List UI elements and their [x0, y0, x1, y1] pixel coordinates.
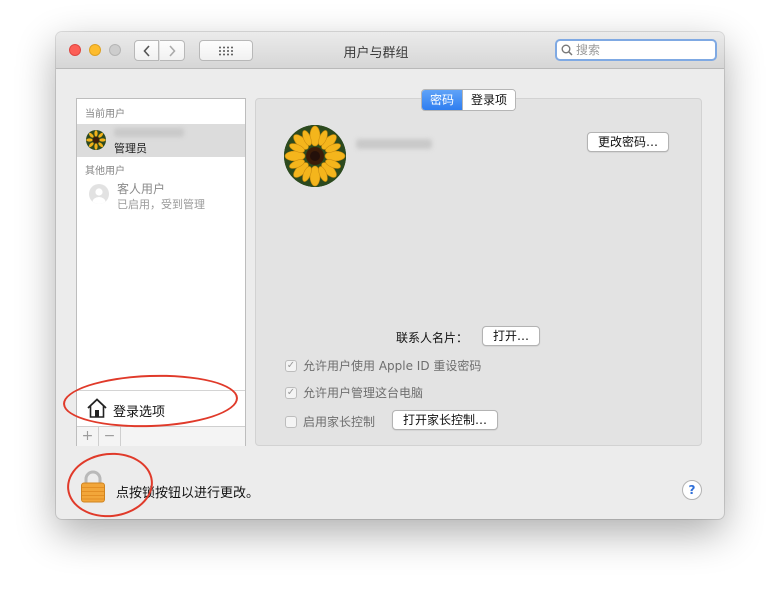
current-user-role: 管理员: [114, 142, 147, 155]
parental-controls-checkbox[interactable]: [285, 415, 297, 428]
current-user-row[interactable]: 管理员: [77, 124, 245, 157]
grid-icon: [219, 46, 233, 55]
help-button[interactable]: ?: [682, 480, 702, 500]
allow-admin-label: 允许用户管理这台电脑: [303, 386, 424, 400]
add-user-button[interactable]: +: [77, 427, 99, 446]
sunflower-avatar-icon: [86, 130, 106, 150]
close-button[interactable]: [69, 44, 81, 56]
search-icon: [561, 44, 573, 56]
back-chevron-icon: [142, 44, 150, 57]
open-contact-button[interactable]: 打开…: [482, 326, 541, 346]
tab-login-items[interactable]: 登录项: [462, 90, 516, 110]
other-users-header: 其他用户: [85, 166, 125, 177]
remove-user-button[interactable]: −: [99, 427, 121, 446]
forward-button[interactable]: [160, 40, 185, 61]
zoom-button[interactable]: [109, 44, 121, 56]
contact-card-label: 联系人名片：: [396, 331, 469, 345]
title-bar: 用户与群组: [56, 32, 724, 69]
annotation-circle-lock: [63, 448, 157, 519]
window-title: 用户与群组: [343, 46, 409, 61]
current-user-name-redacted: [114, 128, 184, 137]
allow-admin-checkbox[interactable]: ✓: [285, 386, 297, 399]
allow-appleid-reset-checkbox[interactable]: ✓: [285, 359, 297, 372]
guest-user-name[interactable]: 客人用户: [117, 180, 165, 197]
search-input[interactable]: [573, 43, 706, 57]
show-all-button[interactable]: [199, 40, 253, 61]
allow-appleid-reset-row[interactable]: ✓ 允许用户使用 Apple ID 重设密码: [285, 357, 481, 374]
guest-user-status: 已启用，受到管理: [117, 198, 205, 211]
tab-password[interactable]: 密码: [422, 90, 463, 110]
tab-bar: 密码 登录项: [421, 89, 517, 111]
change-password-button[interactable]: 更改密码…: [587, 132, 670, 152]
search-field[interactable]: [555, 39, 717, 61]
sunflower-icon: [284, 125, 346, 187]
add-remove-bar: + −: [77, 426, 245, 446]
allow-admin-row[interactable]: ✓ 允许用户管理这台电脑: [285, 384, 423, 401]
minimize-button[interactable]: [89, 44, 101, 56]
users-groups-window: 用户与群组 当前用户: [56, 32, 724, 519]
parental-controls-row[interactable]: 启用家长控制: [285, 413, 375, 430]
current-users-header: 当前用户: [85, 109, 125, 120]
allow-appleid-reset-label: 允许用户使用 Apple ID 重设密码: [303, 359, 482, 373]
user-avatar[interactable]: [284, 125, 346, 187]
parental-controls-label: 启用家长控制: [303, 415, 376, 429]
back-button[interactable]: [134, 40, 159, 61]
forward-chevron-icon: [169, 44, 176, 57]
full-name-redacted: [356, 139, 432, 149]
guest-avatar-icon: [89, 184, 109, 204]
open-parental-controls-button[interactable]: 打开家长控制…: [392, 410, 499, 430]
